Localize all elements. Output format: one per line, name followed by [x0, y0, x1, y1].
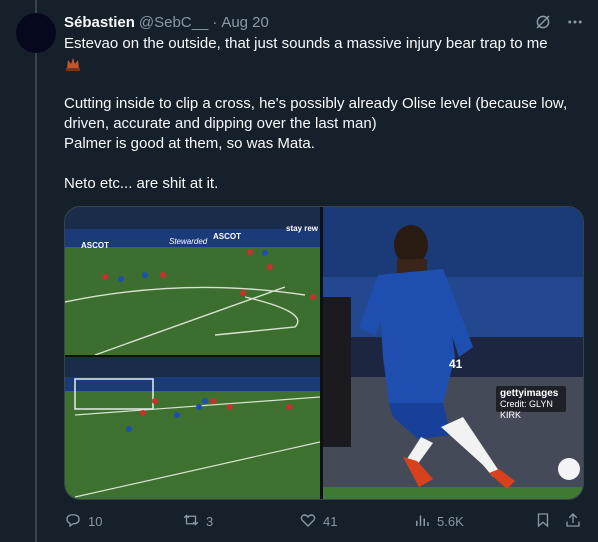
- like-icon: [299, 511, 317, 532]
- reply-icon: [64, 511, 82, 532]
- views-icon: [413, 511, 431, 532]
- repost-icon: [182, 511, 200, 532]
- pitch-ad-3: ASCOT: [213, 232, 241, 241]
- media-attachment[interactable]: ASCOT Stewarded ASCOT stay rew 41: [64, 206, 584, 500]
- bookmark-icon: [534, 511, 552, 532]
- author-name[interactable]: Sébastien: [64, 14, 135, 31]
- grok-icon[interactable]: [534, 13, 552, 31]
- views-count: 5.6K: [437, 513, 464, 529]
- pitch-ad-1: ASCOT: [81, 241, 109, 250]
- timestamp[interactable]: Aug 20: [221, 14, 269, 31]
- repost-button[interactable]: 3: [182, 511, 299, 532]
- getty-watermark: gettyimages Credit: GLYN KIRK: [496, 386, 566, 420]
- reply-button[interactable]: 10: [64, 511, 182, 532]
- share-icon: [564, 511, 582, 532]
- bear-trap-emoji-icon: [64, 55, 82, 73]
- separator-dot: ·: [212, 13, 218, 31]
- repost-count: 3: [206, 513, 214, 529]
- match-still-1[interactable]: ASCOT Stewarded ASCOT stay rew: [65, 207, 320, 355]
- like-count: 41: [323, 513, 338, 529]
- avatar[interactable]: [16, 13, 56, 53]
- thread-line: [35, 0, 37, 542]
- getty-logo: gettyimages: [500, 388, 559, 399]
- tweet-text-para2: Cutting inside to clip a cross, he's pos…: [64, 95, 568, 152]
- views-button[interactable]: 5.6K: [413, 511, 534, 532]
- tweet-header: Sébastien @SebC__ · Aug 20: [64, 11, 584, 33]
- pitch-ad-2: Stewarded: [169, 237, 208, 246]
- reply-count: 10: [88, 513, 103, 529]
- more-icon[interactable]: [566, 13, 584, 31]
- share-button[interactable]: [564, 511, 586, 532]
- author-handle[interactable]: @SebC__: [139, 14, 208, 31]
- shirt-number: 41: [449, 357, 463, 371]
- like-button[interactable]: 41: [299, 511, 413, 532]
- tweet-text-para3: Neto etc... are shit at it.: [64, 175, 219, 192]
- tweet-actions: 10 3 41 5.6K: [64, 508, 586, 534]
- tweet-text-line1: Estevao on the outside, that just sounds…: [64, 35, 548, 52]
- match-still-2[interactable]: [65, 357, 320, 499]
- bookmark-button[interactable]: [534, 511, 564, 532]
- pitch-ad-4: stay rew: [286, 224, 319, 233]
- player-photo[interactable]: 41: [323, 207, 583, 499]
- tweet-text: Estevao on the outside, that just sounds…: [64, 34, 586, 194]
